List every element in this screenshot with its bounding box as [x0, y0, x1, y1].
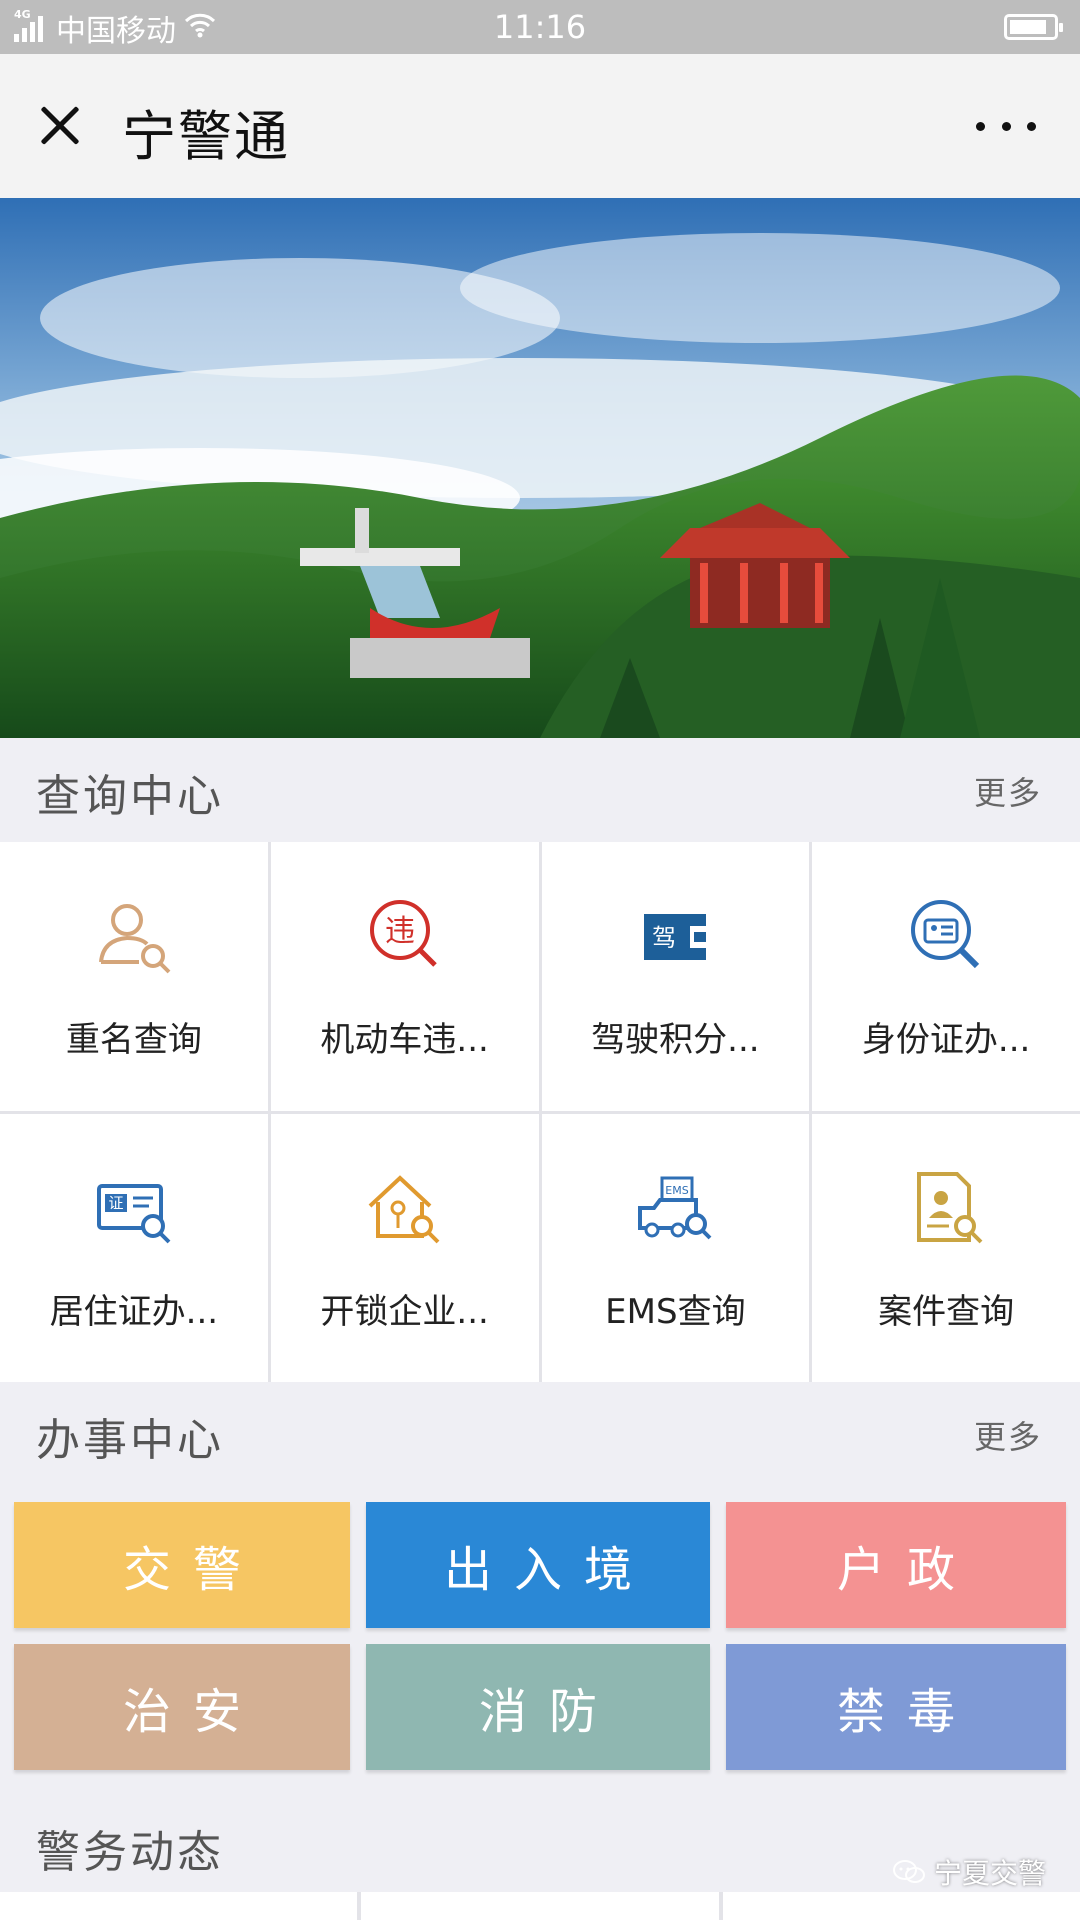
case-document-search-icon — [917, 1171, 983, 1243]
clock: 11:16 — [493, 8, 587, 46]
query-item-same-name[interactable]: 重名查询 — [0, 842, 268, 1111]
service-anti-drug-button[interactable]: 禁毒 — [726, 1644, 1066, 1770]
id-card-search-icon — [911, 900, 980, 969]
query-item-label: 驾驶积分... — [591, 1020, 760, 1060]
ems-truck-search-icon: EMS — [638, 1176, 712, 1239]
service-household-button[interactable]: 户政 — [726, 1502, 1066, 1628]
page-title: 宁警通 — [122, 105, 290, 168]
residence-permit-search-icon: 证 — [96, 1183, 171, 1243]
more-options-icon[interactable] — [976, 116, 1036, 136]
query-center-more-link[interactable]: 更多 — [974, 768, 1042, 814]
query-item-label: 重名查询 — [65, 1020, 202, 1060]
query-item-label: 机动车违... — [320, 1020, 489, 1060]
service-button-label: 消防 — [478, 1684, 619, 1740]
person-search-icon — [98, 904, 171, 974]
query-item-label: 开锁企业... — [320, 1291, 489, 1332]
violation-char: 违 — [385, 914, 415, 949]
banner-image[interactable] — [0, 198, 1080, 738]
service-traffic-police-button[interactable]: 交警 — [14, 1502, 350, 1628]
query-item-label: 身份证办... — [861, 1020, 1031, 1060]
watermark-text: 宁夏交警 — [933, 1857, 1046, 1890]
news-card[interactable] — [722, 1892, 1080, 1920]
service-entry-exit-button[interactable]: 出入境 — [366, 1502, 710, 1628]
service-public-security-button[interactable]: 治安 — [14, 1644, 350, 1770]
battery-icon — [1004, 14, 1063, 40]
query-item-case[interactable]: 案件查询 — [812, 1113, 1080, 1382]
query-grid: 重名查询 违 机动车违... 驾 驾驶积分... 身份证办... 证 居住证办.… — [0, 842, 1080, 1382]
news-title: 警务动态 — [36, 1827, 224, 1878]
query-item-residence-permit[interactable]: 证 居住证办... — [0, 1113, 268, 1382]
wechat-icon — [892, 1860, 925, 1883]
service-button-label: 禁毒 — [836, 1684, 977, 1740]
service-center-more-link[interactable]: 更多 — [974, 1412, 1042, 1458]
title-bar: 宁警通 — [0, 54, 1080, 198]
query-item-vehicle-violation[interactable]: 违 机动车违... — [270, 842, 539, 1111]
lock-company-search-icon — [368, 1174, 440, 1243]
news-card[interactable] — [361, 1892, 719, 1920]
driver-license-icon: 驾 — [644, 914, 707, 960]
service-button-label: 出入境 — [443, 1542, 654, 1598]
news-card[interactable] — [0, 1892, 358, 1920]
service-button-label: 治安 — [122, 1684, 263, 1740]
residence-char: 证 — [108, 1194, 123, 1212]
news-list-preview — [0, 1892, 1080, 1920]
query-item-lock-company[interactable]: 开锁企业... — [270, 1113, 539, 1382]
service-button-label: 户政 — [836, 1542, 977, 1598]
service-grid: 交警 出入境 户政 治安 消防 禁毒 — [14, 1502, 1066, 1770]
query-item-driving-points[interactable]: 驾 驾驶积分... — [541, 842, 810, 1111]
close-icon[interactable] — [30, 96, 90, 156]
query-item-id-card[interactable]: 身份证办... — [812, 842, 1080, 1111]
query-center-header: 查询中心 更多 — [0, 738, 1080, 842]
query-item-label: 案件查询 — [878, 1291, 1015, 1332]
service-center-header: 办事中心 更多 — [0, 1382, 1080, 1486]
query-center-title: 查询中心 — [36, 771, 224, 822]
violation-search-icon: 违 — [369, 900, 437, 967]
query-item-label: 居住证办... — [49, 1291, 219, 1332]
watermark: 宁夏交警 — [892, 1852, 1046, 1892]
service-fire-protection-button[interactable]: 消防 — [366, 1644, 710, 1770]
service-button-label: 交警 — [122, 1542, 263, 1598]
service-center-title: 办事中心 — [36, 1415, 224, 1466]
ems-text: EMS — [666, 1184, 689, 1197]
query-item-label: EMS查询 — [605, 1291, 746, 1332]
status-bar: 4G 中国移动 11:16 — [0, 0, 1080, 54]
license-char: 驾 — [652, 924, 676, 952]
query-item-ems[interactable]: EMS EMS查询 — [541, 1113, 810, 1382]
